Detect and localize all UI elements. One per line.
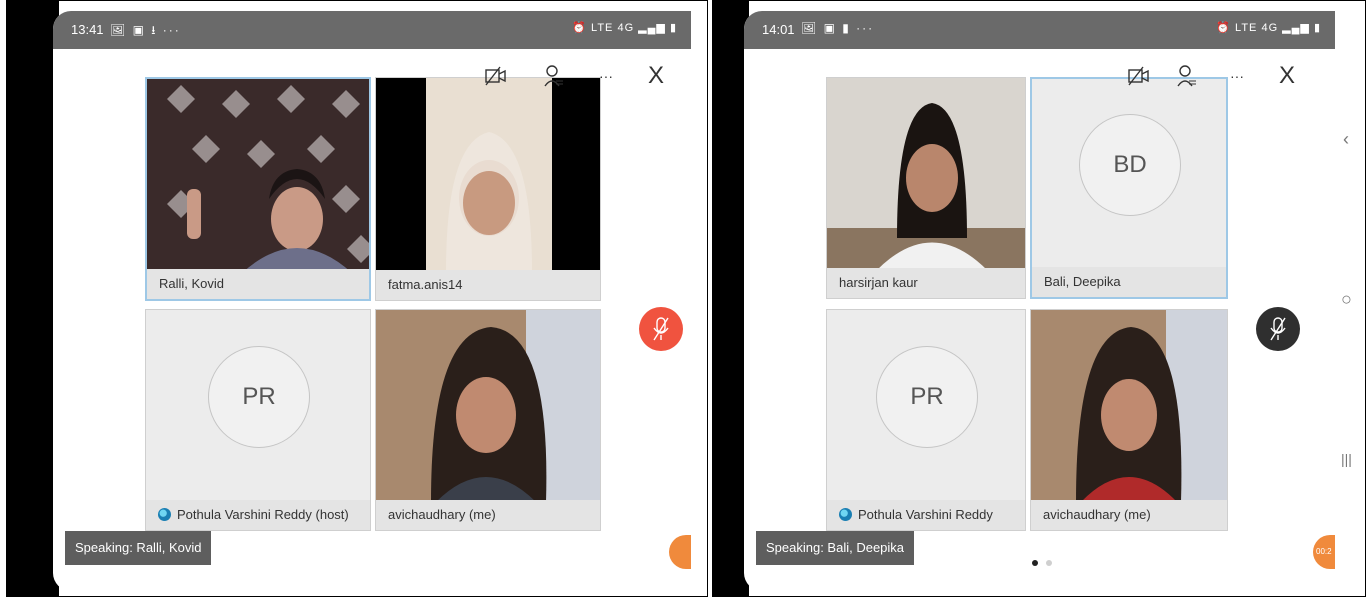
participant-tile[interactable]: avichaudhary (me) bbox=[1030, 309, 1228, 531]
video-feed-avichaudhary bbox=[376, 310, 600, 502]
participant-tile[interactable]: BD Bali, Deepika bbox=[1030, 77, 1228, 299]
participants-icon[interactable] bbox=[1174, 63, 1200, 89]
participant-tile[interactable]: Ralli, Kovid bbox=[145, 77, 371, 301]
participant-name: Pothula Varshini Reddy (host) bbox=[177, 507, 349, 522]
status-notification-icons: 🖼 ▣ ⭳ ··· bbox=[110, 23, 181, 37]
participant-name: Ralli, Kovid bbox=[147, 269, 369, 299]
participant-name: fatma.anis14 bbox=[376, 270, 600, 300]
device-edge bbox=[689, 1, 707, 596]
page-indicator bbox=[1028, 553, 1056, 571]
status-time: 14:01 bbox=[762, 22, 795, 37]
screenshot-left: 13:41 🖼 ▣ ⭳ ··· ⏰ LTE 4G ▂▄▆ ▮ Ralli, Ko… bbox=[6, 0, 708, 597]
participant-tile[interactable]: avichaudhary (me) bbox=[375, 309, 601, 531]
participant-tile[interactable]: PR Pothula Varshini Reddy (host) bbox=[826, 309, 1026, 531]
participant-video bbox=[1031, 310, 1227, 502]
participant-tile[interactable]: PR Pothula Varshini Reddy (host) bbox=[145, 309, 371, 531]
home-nav-icon[interactable]: ○ bbox=[1341, 289, 1352, 310]
participant-video bbox=[376, 310, 600, 502]
participant-tile[interactable]: harsirjan kaur bbox=[826, 77, 1026, 299]
meeting-screen: 13:41 🖼 ▣ ⭳ ··· ⏰ LTE 4G ▂▄▆ ▮ Ralli, Ko… bbox=[53, 11, 691, 591]
page-dot-active bbox=[1031, 560, 1038, 566]
video-off-icon[interactable] bbox=[1126, 63, 1152, 89]
page-dot bbox=[1045, 560, 1052, 566]
participant-name: Bali, Deepika bbox=[1032, 267, 1226, 297]
video-feed-avichaudhary bbox=[1031, 310, 1227, 502]
mute-button[interactable] bbox=[639, 307, 683, 351]
status-bar: 13:41 🖼 ▣ ⭳ ··· ⏰ LTE 4G ▂▄▆ ▮ bbox=[53, 11, 691, 49]
close-icon[interactable]: X bbox=[1274, 62, 1300, 89]
host-icon bbox=[839, 508, 852, 521]
status-system-icons: ⏰ LTE 4G ▂▄▆ ▮ bbox=[572, 22, 677, 34]
call-controls-bar: ··· X bbox=[53, 49, 691, 109]
participant-name: Pothula Varshini Reddy (host) bbox=[858, 507, 993, 522]
status-notification-icons: 🖼 ▣ ▮ ··· bbox=[801, 21, 875, 35]
participant-name: avichaudhary (me) bbox=[376, 500, 600, 530]
speaking-indicator: Speaking: Bali, Deepika bbox=[756, 531, 915, 565]
avatar: PR bbox=[876, 345, 978, 448]
avatar: PR bbox=[208, 345, 310, 448]
participant-name: avichaudhary (me) bbox=[1031, 500, 1227, 530]
participant-tile[interactable]: fatma.anis14 bbox=[375, 77, 601, 301]
meeting-screen: 14:01 🖼 ▣ ▮ ··· ⏰ LTE 4G ▂▄▆ ▮ harsirjan… bbox=[744, 11, 1335, 591]
participant-name-row: Pothula Varshini Reddy (host) bbox=[827, 500, 1025, 530]
status-bar: 14:01 🖼 ▣ ▮ ··· ⏰ LTE 4G ▂▄▆ ▮ bbox=[744, 11, 1335, 49]
participants-icon[interactable] bbox=[541, 63, 567, 89]
video-toggle-tab[interactable] bbox=[669, 535, 691, 569]
call-controls-bar: ··· X bbox=[744, 49, 1335, 109]
mute-button[interactable] bbox=[1256, 307, 1300, 351]
host-icon bbox=[158, 508, 171, 521]
participant-avatar-area: PR bbox=[146, 310, 370, 500]
status-time: 13:41 bbox=[71, 22, 104, 37]
mic-muted-icon bbox=[1270, 317, 1286, 341]
timer-badge[interactable]: 00:2 bbox=[1313, 535, 1335, 569]
status-system-icons: ⏰ LTE 4G ▂▄▆ ▮ bbox=[1216, 22, 1321, 34]
avatar: BD bbox=[1079, 113, 1181, 216]
more-options-icon[interactable]: ··· bbox=[593, 63, 619, 89]
video-off-icon[interactable] bbox=[483, 63, 509, 89]
back-nav-icon[interactable]: ‹ bbox=[1343, 129, 1349, 150]
participant-name-row: Pothula Varshini Reddy (host) bbox=[146, 500, 370, 530]
more-options-icon[interactable]: ··· bbox=[1224, 63, 1250, 89]
close-icon[interactable]: X bbox=[643, 62, 669, 89]
screenshot-right: 14:01 🖼 ▣ ▮ ··· ⏰ LTE 4G ▂▄▆ ▮ harsirjan… bbox=[712, 0, 1366, 597]
recent-apps-icon[interactable]: ||| bbox=[1341, 451, 1352, 467]
speaking-indicator: Speaking: Ralli, Kovid bbox=[65, 531, 212, 565]
android-nav-bar: ‹ ○ ||| bbox=[1335, 11, 1365, 591]
device-bezel-left bbox=[7, 1, 59, 596]
mic-muted-icon bbox=[653, 317, 669, 341]
participant-avatar-area: PR bbox=[827, 310, 1025, 500]
participant-name: harsirjan kaur bbox=[827, 268, 1025, 298]
